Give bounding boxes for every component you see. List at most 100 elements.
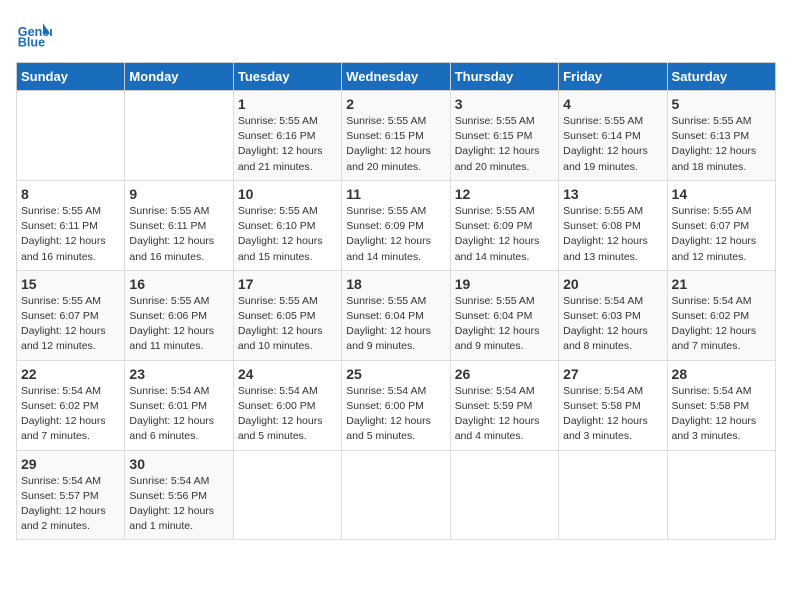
day-cell-18: 18 Sunrise: 5:55 AM Sunset: 6:04 PM Dayl… (342, 270, 450, 360)
day-info: Sunrise: 5:55 AM Sunset: 6:11 PM Dayligh… (129, 204, 228, 265)
day-number: 26 (455, 366, 554, 382)
day-cell-21: 21 Sunrise: 5:54 AM Sunset: 6:02 PM Dayl… (667, 270, 775, 360)
day-cell-4: 4 Sunrise: 5:55 AM Sunset: 6:14 PM Dayli… (559, 91, 667, 181)
col-header-wednesday: Wednesday (342, 63, 450, 91)
day-cell-5: 5 Sunrise: 5:55 AM Sunset: 6:13 PM Dayli… (667, 91, 775, 181)
day-info: Sunrise: 5:55 AM Sunset: 6:13 PM Dayligh… (672, 114, 771, 175)
day-info: Sunrise: 5:54 AM Sunset: 5:58 PM Dayligh… (563, 384, 662, 445)
day-number: 4 (563, 96, 662, 112)
day-info: Sunrise: 5:55 AM Sunset: 6:15 PM Dayligh… (455, 114, 554, 175)
day-cell-22: 22 Sunrise: 5:54 AM Sunset: 6:02 PM Dayl… (17, 360, 125, 450)
empty-cell (125, 91, 233, 181)
week-row-2: 8 Sunrise: 5:55 AM Sunset: 6:11 PM Dayli… (17, 180, 776, 270)
day-info: Sunrise: 5:55 AM Sunset: 6:07 PM Dayligh… (21, 294, 120, 355)
day-info: Sunrise: 5:55 AM Sunset: 6:08 PM Dayligh… (563, 204, 662, 265)
day-cell-10: 10 Sunrise: 5:55 AM Sunset: 6:10 PM Dayl… (233, 180, 341, 270)
day-info: Sunrise: 5:54 AM Sunset: 6:00 PM Dayligh… (346, 384, 445, 445)
day-cell-26: 26 Sunrise: 5:54 AM Sunset: 5:59 PM Dayl… (450, 360, 558, 450)
day-cell-28: 28 Sunrise: 5:54 AM Sunset: 5:58 PM Dayl… (667, 360, 775, 450)
day-info: Sunrise: 5:55 AM Sunset: 6:04 PM Dayligh… (346, 294, 445, 355)
day-number: 15 (21, 276, 120, 292)
day-number: 17 (238, 276, 337, 292)
day-cell-17: 17 Sunrise: 5:55 AM Sunset: 6:05 PM Dayl… (233, 270, 341, 360)
empty-cell (17, 91, 125, 181)
week-row-4: 22 Sunrise: 5:54 AM Sunset: 6:02 PM Dayl… (17, 360, 776, 450)
week-row-5: 29 Sunrise: 5:54 AM Sunset: 5:57 PM Dayl… (17, 450, 776, 540)
empty-cell (559, 450, 667, 540)
day-cell-14: 14 Sunrise: 5:55 AM Sunset: 6:07 PM Dayl… (667, 180, 775, 270)
day-number: 2 (346, 96, 445, 112)
day-number: 12 (455, 186, 554, 202)
day-number: 14 (672, 186, 771, 202)
week-row-1: 1 Sunrise: 5:55 AM Sunset: 6:16 PM Dayli… (17, 91, 776, 181)
col-header-sunday: Sunday (17, 63, 125, 91)
day-info: Sunrise: 5:54 AM Sunset: 6:03 PM Dayligh… (563, 294, 662, 355)
day-number: 1 (238, 96, 337, 112)
empty-cell (450, 450, 558, 540)
day-number: 11 (346, 186, 445, 202)
day-cell-3: 3 Sunrise: 5:55 AM Sunset: 6:15 PM Dayli… (450, 91, 558, 181)
day-info: Sunrise: 5:55 AM Sunset: 6:05 PM Dayligh… (238, 294, 337, 355)
day-info: Sunrise: 5:55 AM Sunset: 6:07 PM Dayligh… (672, 204, 771, 265)
day-cell-1: 1 Sunrise: 5:55 AM Sunset: 6:16 PM Dayli… (233, 91, 341, 181)
logo: General Blue (16, 16, 60, 52)
day-info: Sunrise: 5:54 AM Sunset: 6:01 PM Dayligh… (129, 384, 228, 445)
day-cell-29: 29 Sunrise: 5:54 AM Sunset: 5:57 PM Dayl… (17, 450, 125, 540)
svg-text:Blue: Blue (18, 36, 45, 50)
empty-cell (667, 450, 775, 540)
col-header-thursday: Thursday (450, 63, 558, 91)
day-number: 27 (563, 366, 662, 382)
col-header-monday: Monday (125, 63, 233, 91)
day-number: 21 (672, 276, 771, 292)
day-number: 8 (21, 186, 120, 202)
day-info: Sunrise: 5:55 AM Sunset: 6:04 PM Dayligh… (455, 294, 554, 355)
day-info: Sunrise: 5:55 AM Sunset: 6:10 PM Dayligh… (238, 204, 337, 265)
day-cell-30: 30 Sunrise: 5:54 AM Sunset: 5:56 PM Dayl… (125, 450, 233, 540)
day-cell-13: 13 Sunrise: 5:55 AM Sunset: 6:08 PM Dayl… (559, 180, 667, 270)
logo-icon: General Blue (16, 16, 52, 52)
day-info: Sunrise: 5:54 AM Sunset: 5:58 PM Dayligh… (672, 384, 771, 445)
day-cell-25: 25 Sunrise: 5:54 AM Sunset: 6:00 PM Dayl… (342, 360, 450, 450)
empty-cell (233, 450, 341, 540)
day-number: 25 (346, 366, 445, 382)
day-info: Sunrise: 5:54 AM Sunset: 5:56 PM Dayligh… (129, 474, 228, 535)
day-info: Sunrise: 5:55 AM Sunset: 6:14 PM Dayligh… (563, 114, 662, 175)
day-number: 18 (346, 276, 445, 292)
day-number: 9 (129, 186, 228, 202)
col-header-tuesday: Tuesday (233, 63, 341, 91)
day-number: 30 (129, 456, 228, 472)
day-cell-20: 20 Sunrise: 5:54 AM Sunset: 6:03 PM Dayl… (559, 270, 667, 360)
calendar-table: SundayMondayTuesdayWednesdayThursdayFrid… (16, 62, 776, 540)
day-info: Sunrise: 5:55 AM Sunset: 6:06 PM Dayligh… (129, 294, 228, 355)
day-info: Sunrise: 5:54 AM Sunset: 6:02 PM Dayligh… (672, 294, 771, 355)
day-cell-27: 27 Sunrise: 5:54 AM Sunset: 5:58 PM Dayl… (559, 360, 667, 450)
day-number: 10 (238, 186, 337, 202)
col-header-saturday: Saturday (667, 63, 775, 91)
day-number: 24 (238, 366, 337, 382)
day-info: Sunrise: 5:55 AM Sunset: 6:15 PM Dayligh… (346, 114, 445, 175)
day-number: 29 (21, 456, 120, 472)
day-number: 5 (672, 96, 771, 112)
day-cell-19: 19 Sunrise: 5:55 AM Sunset: 6:04 PM Dayl… (450, 270, 558, 360)
day-number: 23 (129, 366, 228, 382)
day-cell-23: 23 Sunrise: 5:54 AM Sunset: 6:01 PM Dayl… (125, 360, 233, 450)
day-cell-8: 8 Sunrise: 5:55 AM Sunset: 6:11 PM Dayli… (17, 180, 125, 270)
day-cell-9: 9 Sunrise: 5:55 AM Sunset: 6:11 PM Dayli… (125, 180, 233, 270)
page-header: General Blue (16, 16, 776, 52)
day-cell-15: 15 Sunrise: 5:55 AM Sunset: 6:07 PM Dayl… (17, 270, 125, 360)
day-number: 16 (129, 276, 228, 292)
day-cell-16: 16 Sunrise: 5:55 AM Sunset: 6:06 PM Dayl… (125, 270, 233, 360)
day-info: Sunrise: 5:54 AM Sunset: 6:00 PM Dayligh… (238, 384, 337, 445)
col-header-friday: Friday (559, 63, 667, 91)
week-row-3: 15 Sunrise: 5:55 AM Sunset: 6:07 PM Dayl… (17, 270, 776, 360)
day-number: 3 (455, 96, 554, 112)
day-info: Sunrise: 5:54 AM Sunset: 5:57 PM Dayligh… (21, 474, 120, 535)
day-info: Sunrise: 5:55 AM Sunset: 6:09 PM Dayligh… (455, 204, 554, 265)
day-info: Sunrise: 5:55 AM Sunset: 6:16 PM Dayligh… (238, 114, 337, 175)
day-info: Sunrise: 5:55 AM Sunset: 6:09 PM Dayligh… (346, 204, 445, 265)
day-number: 13 (563, 186, 662, 202)
empty-cell (342, 450, 450, 540)
day-info: Sunrise: 5:55 AM Sunset: 6:11 PM Dayligh… (21, 204, 120, 265)
day-number: 22 (21, 366, 120, 382)
day-number: 19 (455, 276, 554, 292)
